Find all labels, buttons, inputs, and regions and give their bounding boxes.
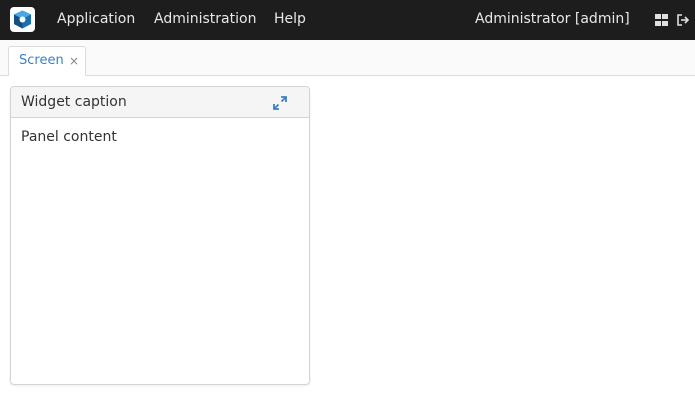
grid-icon[interactable] bbox=[654, 13, 668, 27]
tab-screen[interactable]: Screen × bbox=[8, 46, 86, 76]
app-logo-icon[interactable] bbox=[10, 7, 35, 32]
tab-close-icon[interactable]: × bbox=[69, 53, 79, 69]
top-menu-bar: Application Administration Help Administ… bbox=[0, 0, 695, 40]
tab-label[interactable]: Screen bbox=[19, 53, 64, 69]
user-label[interactable]: Administrator [admin] bbox=[475, 11, 630, 28]
widget-panel: Widget caption Panel content bbox=[10, 86, 310, 385]
menu-item-application[interactable]: Application bbox=[57, 11, 135, 28]
panel-header: Widget caption bbox=[11, 87, 309, 118]
panel-content: Panel content bbox=[21, 129, 117, 145]
tab-bar: Screen × bbox=[0, 40, 695, 76]
menu-item-help[interactable]: Help bbox=[274, 11, 306, 28]
logout-icon[interactable] bbox=[676, 13, 690, 27]
panel-caption: Widget caption bbox=[21, 94, 127, 110]
expand-icon[interactable] bbox=[273, 95, 287, 110]
menu-item-administration[interactable]: Administration bbox=[154, 11, 256, 28]
